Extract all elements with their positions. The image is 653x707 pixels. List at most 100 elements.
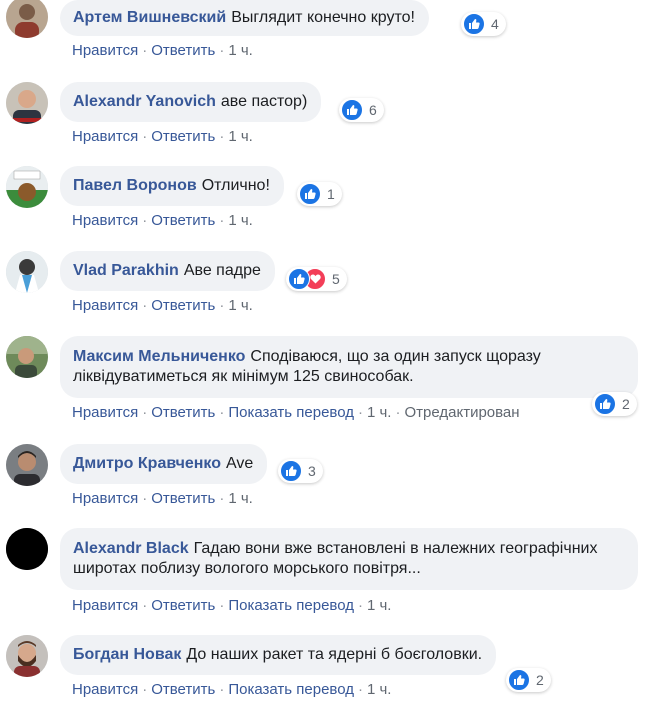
reply-link[interactable]: Ответить: [151, 128, 215, 145]
like-link[interactable]: Нравится: [72, 490, 138, 507]
comment-time[interactable]: 1 ч.: [228, 212, 253, 229]
like-icon: [463, 13, 485, 35]
separator: ·: [219, 404, 225, 421]
avatar[interactable]: [6, 82, 48, 124]
comment-text: До наших ракет та ядерні б боєголовки.: [186, 646, 483, 663]
comment-actions: Нравится · Ответить · Показать перевод · 1 ч. ·…: [72, 404, 520, 421]
comment-author[interactable]: Максим Мельниченко: [73, 348, 245, 365]
separator: ·: [219, 297, 225, 314]
translate-link[interactable]: Показать перевод: [228, 681, 354, 698]
comment-bubble: Alexandr Yanovich аве пастор): [60, 82, 322, 122]
comment-author[interactable]: Артем Вишневский: [73, 9, 226, 26]
like-link[interactable]: Нравится: [72, 212, 138, 229]
separator: ·: [219, 128, 225, 145]
avatar[interactable]: [6, 635, 48, 677]
reaction-count: 2: [622, 396, 630, 412]
separator: ·: [142, 597, 148, 614]
comment-bubble: Alexandr Black Гадаю вони вже встановлені…: [60, 528, 638, 590]
separator: ·: [142, 212, 148, 229]
like-icon: [341, 99, 363, 121]
separator: ·: [219, 597, 225, 614]
comment-author[interactable]: Богдан Новак: [73, 646, 181, 663]
edited-label[interactable]: Отредактирован: [404, 404, 519, 421]
reactions-badge[interactable]: 1: [297, 182, 342, 206]
reactions-badge[interactable]: 2: [592, 392, 637, 416]
like-link[interactable]: Нравится: [72, 128, 138, 145]
like-link[interactable]: Нравится: [72, 681, 138, 698]
reaction-count: 6: [369, 102, 377, 118]
avatar[interactable]: [6, 166, 48, 208]
reply-link[interactable]: Ответить: [151, 597, 215, 614]
separator: ·: [142, 404, 148, 421]
comment-time[interactable]: 1 ч.: [367, 404, 392, 421]
comment-author[interactable]: Alexandr Black: [73, 540, 189, 557]
reply-link[interactable]: Ответить: [151, 490, 215, 507]
comment-author[interactable]: Vlad Parakhin: [73, 262, 179, 279]
translate-link[interactable]: Показать перевод: [228, 404, 354, 421]
separator: ·: [142, 297, 148, 314]
separator: ·: [219, 212, 225, 229]
reactions-badge[interactable]: 4: [461, 12, 506, 36]
like-link[interactable]: Нравится: [72, 404, 138, 421]
avatar[interactable]: [6, 251, 48, 293]
comment-time[interactable]: 1 ч.: [228, 42, 253, 59]
comment-time[interactable]: 1 ч.: [367, 681, 392, 698]
comment-bubble: Павел Воронов Отлично!: [60, 166, 284, 206]
comment-actions: Нравится · Ответить · Показать перевод · 1 ч.: [72, 681, 391, 698]
reactions-badge[interactable]: 6: [339, 98, 384, 122]
reactions-badge[interactable]: 2: [506, 668, 551, 692]
comment-actions: Нравится · Ответить · 1 ч.: [72, 490, 253, 507]
like-icon: [280, 460, 302, 482]
comment-time[interactable]: 1 ч.: [228, 128, 253, 145]
separator: ·: [219, 681, 225, 698]
translate-link[interactable]: Показать перевод: [228, 597, 354, 614]
comment-bubble: Vlad Parakhin Аве падре: [60, 251, 275, 291]
comment-author[interactable]: Alexandr Yanovich: [73, 93, 216, 110]
like-icon: [288, 268, 310, 290]
avatar[interactable]: [6, 528, 48, 570]
comment-author[interactable]: Павел Воронов: [73, 177, 197, 194]
comment-text: Выглядит конечно круто!: [231, 9, 415, 26]
separator: ·: [219, 490, 225, 507]
comment-text: аве пастор): [220, 93, 308, 110]
like-link[interactable]: Нравится: [72, 297, 138, 314]
comment-bubble: Максим Мельниченко Сподіваюся, що за один…: [60, 336, 638, 398]
reactions-badge[interactable]: 5: [286, 267, 347, 291]
comment-text: Ave: [225, 455, 254, 472]
reaction-count: 4: [491, 16, 499, 32]
comment-text: Аве падре: [183, 262, 261, 279]
avatar[interactable]: [6, 0, 48, 38]
reaction-count: 3: [308, 463, 316, 479]
like-icon: [508, 669, 530, 691]
separator: ·: [142, 42, 148, 59]
comment-author[interactable]: Дмитро Кравченко: [73, 455, 221, 472]
separator: ·: [357, 681, 363, 698]
comment-text: Отлично!: [201, 177, 270, 194]
comment-actions: Нравится · Ответить · Показать перевод · 1 ч.: [72, 597, 391, 614]
comment-time[interactable]: 1 ч.: [367, 597, 392, 614]
like-link[interactable]: Нравится: [72, 597, 138, 614]
comment-actions: Нравится · Ответить · 1 ч.: [72, 128, 253, 145]
reply-link[interactable]: Ответить: [151, 681, 215, 698]
separator: ·: [142, 490, 148, 507]
comment-actions: Нравится · Ответить · 1 ч.: [72, 297, 253, 314]
comment-time[interactable]: 1 ч.: [228, 297, 253, 314]
separator: ·: [219, 42, 225, 59]
reply-link[interactable]: Ответить: [151, 404, 215, 421]
reaction-count: 2: [536, 672, 544, 688]
separator: ·: [357, 404, 363, 421]
avatar[interactable]: [6, 336, 48, 378]
reply-link[interactable]: Ответить: [151, 212, 215, 229]
separator: ·: [357, 597, 363, 614]
like-link[interactable]: Нравится: [72, 42, 138, 59]
avatar[interactable]: [6, 444, 48, 486]
reply-link[interactable]: Ответить: [151, 42, 215, 59]
comment-actions: Нравится · Ответить · 1 ч.: [72, 212, 253, 229]
comment-actions: Нравится · Ответить · 1 ч.: [72, 42, 253, 59]
reaction-count: 1: [327, 186, 335, 202]
reactions-badge[interactable]: 3: [278, 459, 323, 483]
like-icon: [594, 393, 616, 415]
comment-bubble: Артем Вишневский Выглядит конечно круто!: [60, 0, 429, 36]
comment-time[interactable]: 1 ч.: [228, 490, 253, 507]
reply-link[interactable]: Ответить: [151, 297, 215, 314]
